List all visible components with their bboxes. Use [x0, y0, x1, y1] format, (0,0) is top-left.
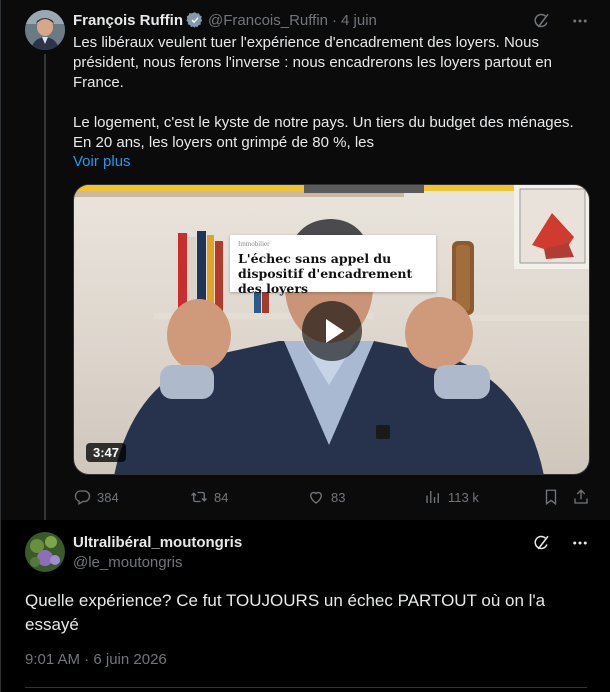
tweet-top-actions [533, 534, 589, 552]
separator-dot: · [332, 11, 338, 29]
thread-line [44, 54, 46, 520]
parent-tweet[interactable]: François Ruffin @Francois_Ruffin · 4 jui… [1, 0, 610, 520]
author-name[interactable]: Ultralibéral_moutongris [73, 534, 242, 551]
like-button[interactable]: 83 [307, 488, 345, 506]
tweet-paragraph-2: Le logement, c'est le kyste de notre pay… [73, 114, 578, 151]
author-handle[interactable]: @Francois_Ruffin [208, 12, 328, 29]
reply-button[interactable]: 384 [73, 488, 119, 506]
show-more-link[interactable]: Voir plus [73, 153, 131, 170]
bookmark-button[interactable] [542, 488, 560, 506]
grok-icon[interactable] [533, 12, 551, 30]
reply-icon [74, 490, 91, 505]
views-count: 113 k [448, 489, 479, 505]
reply-timestamp[interactable]: 9:01 AM · 6 juin 2026 [25, 651, 167, 668]
tweet-actions: 384 84 83 113 k [73, 488, 591, 508]
repost-icon [191, 491, 207, 503]
like-icon [310, 491, 322, 504]
bookmark-icon [545, 489, 557, 506]
reply-text: Quelle expérience? Ce fut TOUJOURS un éc… [25, 591, 546, 634]
tweet-date[interactable]: 4 juin [341, 12, 377, 29]
article-overlay: Immobilier L'échec sans appel du disposi… [230, 235, 436, 296]
divider [25, 687, 587, 688]
reply-count: 384 [97, 489, 119, 505]
more-icon[interactable] [571, 12, 589, 30]
more-icon[interactable] [571, 534, 589, 552]
play-button[interactable] [302, 301, 362, 361]
share-icon [574, 489, 588, 504]
tweet-header: François Ruffin @Francois_Ruffin · 4 jui… [73, 11, 377, 29]
avatar[interactable] [25, 10, 65, 50]
conversation-view: François Ruffin @Francois_Ruffin · 4 jui… [0, 0, 610, 692]
share-button[interactable] [572, 488, 590, 506]
play-icon [326, 319, 344, 343]
tweet-paragraph-1: Les libéraux veulent tuer l'expérience d… [73, 34, 557, 91]
repost-button[interactable]: 84 [190, 488, 228, 506]
focused-reply-tweet: Ultralibéral_moutongris @le_moutongris Q… [1, 520, 610, 692]
author-name[interactable]: François Ruffin [73, 12, 183, 29]
tweet-text: Les libéraux veulent tuer l'expérience d… [73, 33, 593, 153]
tweet-top-actions [533, 12, 589, 30]
repost-count: 84 [214, 489, 229, 505]
like-count: 83 [331, 489, 346, 505]
views-button[interactable]: 113 k [424, 488, 479, 506]
video-duration: 3:47 [86, 443, 127, 462]
overlay-title: L'échec sans appel du dispositif d'encad… [238, 251, 413, 296]
overlay-category: Immobilier [238, 240, 270, 248]
views-icon [426, 491, 439, 503]
author-handle[interactable]: @le_moutongris [73, 554, 182, 571]
avatar[interactable] [25, 532, 65, 572]
grok-icon[interactable] [533, 534, 551, 552]
video-player[interactable]: Immobilier L'échec sans appel du disposi… [73, 184, 590, 475]
verified-badge-icon [186, 11, 204, 29]
